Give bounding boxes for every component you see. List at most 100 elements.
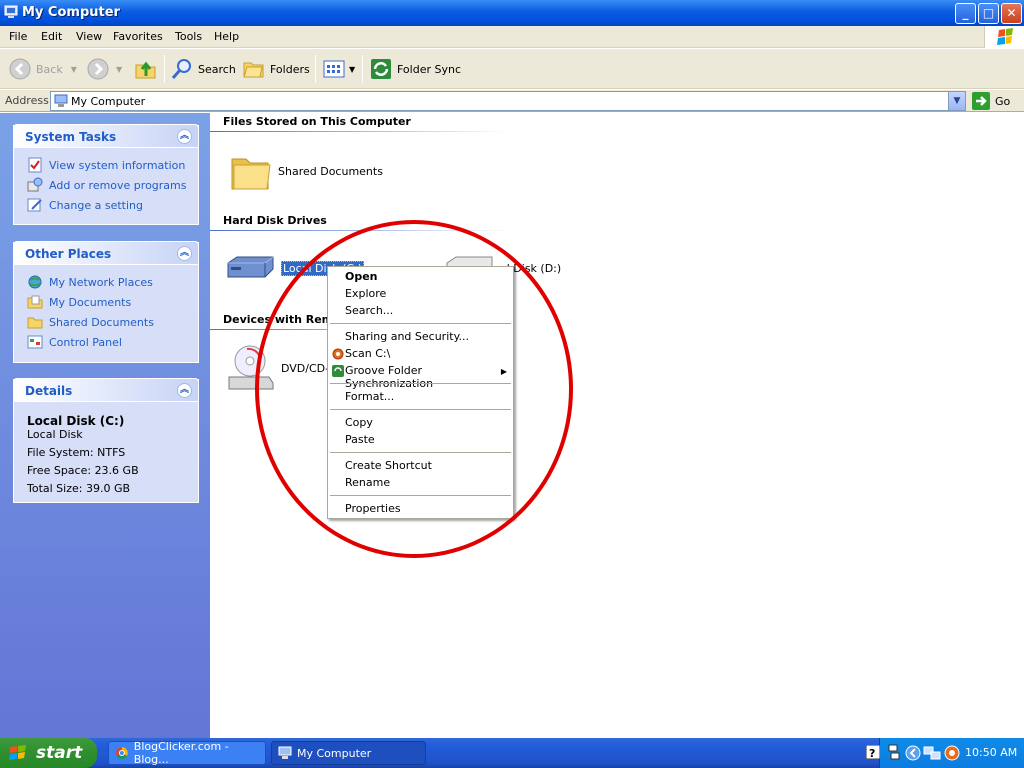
add-remove-programs-icon [27, 177, 43, 192]
system-tasks-panel: System Tasks ︽ View system information A… [13, 124, 199, 225]
connections-tray-icon[interactable] [923, 745, 941, 761]
menu-help[interactable]: Help [214, 30, 239, 43]
menu-groove-sync[interactable]: Groove Folder Synchronization [345, 364, 513, 390]
add-remove-programs-link[interactable]: Add or remove programs [27, 177, 187, 193]
other-places-header[interactable]: Other Places ︽ [13, 241, 199, 265]
menu-rename[interactable]: Rename [345, 476, 390, 489]
back-arrow-icon [9, 58, 31, 80]
control-panel-link[interactable]: Control Panel [27, 334, 122, 350]
network-places-icon [28, 275, 42, 289]
task-pane: System Tasks ︽ View system information A… [0, 113, 210, 738]
collapse-chevron-icon[interactable]: ︽ [177, 246, 192, 261]
shared-folder-icon [27, 317, 43, 329]
clock: 10:50 AM [965, 746, 1018, 759]
dvd-drive-item[interactable]: DVD/CD-R [225, 343, 337, 393]
menu-file[interactable]: File [9, 30, 27, 43]
address-value: My Computer [71, 95, 146, 108]
system-tasks-header[interactable]: System Tasks ︽ [13, 124, 199, 148]
menu-paste[interactable]: Paste [345, 433, 375, 446]
my-computer-window: My Computer _ □ ✕ File Edit View Favorit… [0, 0, 1024, 738]
folder-icon [231, 158, 271, 190]
control-panel-setting-icon [27, 198, 42, 212]
details-panel: Details ︽ Local Disk (C:) Local Disk Fil… [13, 378, 199, 503]
folders-button[interactable]: Folders [242, 55, 310, 83]
menu-properties[interactable]: Properties [345, 502, 401, 515]
network-tray-icon[interactable] [888, 744, 900, 760]
hard-drive-icon [227, 256, 274, 278]
go-button[interactable]: Go [972, 92, 1010, 110]
close-button[interactable]: ✕ [1001, 3, 1022, 24]
collapse-chevron-icon[interactable]: ︽ [177, 129, 192, 144]
views-icon [323, 60, 345, 78]
antivirus-scan-icon [332, 348, 344, 360]
files-stored-heading: Files Stored on This Computer [223, 115, 411, 128]
view-system-information-link[interactable]: View system information [27, 157, 185, 173]
collapse-chevron-icon[interactable]: ︽ [177, 383, 192, 398]
toolbar: Back ▼ ▼ Search Folders ▼ Folder Sync [0, 49, 1024, 89]
antivirus-tray-icon[interactable] [944, 745, 960, 761]
dvd-drive-icon [228, 345, 274, 390]
address-dropdown-button[interactable]: ▼ [948, 92, 965, 110]
up-folder-icon [135, 61, 156, 79]
folder-sync-icon [371, 59, 391, 79]
my-network-places-link[interactable]: My Network Places [27, 274, 153, 290]
removable-devices-heading: Devices with Remo [223, 313, 341, 326]
search-button[interactable]: Search [170, 55, 236, 83]
details-file-system: File System: NTFS [27, 446, 126, 459]
maximize-button[interactable]: □ [978, 3, 999, 24]
groove-sync-icon [332, 365, 344, 377]
back-button[interactable]: Back ▼ [8, 55, 77, 83]
start-button[interactable]: start [0, 738, 97, 768]
menu-bar: File Edit View Favorites Tools Help [0, 26, 1024, 48]
my-computer-icon [4, 5, 18, 18]
address-input[interactable]: My Computer ▼ [50, 91, 966, 111]
menu-scan-c[interactable]: Scan C:\ [345, 347, 390, 360]
menu-copy[interactable]: Copy [345, 416, 373, 429]
up-folder-button[interactable] [134, 55, 158, 83]
details-drive-type: Local Disk [27, 428, 83, 441]
menu-create-shortcut[interactable]: Create Shortcut [345, 459, 432, 472]
shared-documents-link[interactable]: Shared Documents [27, 314, 154, 330]
my-documents-link[interactable]: My Documents [27, 294, 131, 310]
my-computer-task-icon [278, 746, 292, 759]
show-hidden-icons-button[interactable] [905, 745, 921, 761]
control-panel-icon [27, 335, 43, 349]
menu-explore[interactable]: Explore [345, 287, 386, 300]
details-free-space: Free Space: 23.6 GB [27, 464, 139, 477]
task-blogclicker[interactable]: BlogClicker.com - Blog... [108, 740, 266, 766]
menu-search[interactable]: Search... [345, 304, 393, 317]
title-bar[interactable]: My Computer _ □ ✕ [0, 0, 1024, 26]
address-bar: Address My Computer ▼ Go [0, 90, 1024, 112]
my-computer-small-icon [54, 94, 68, 107]
menu-open[interactable]: Open [345, 270, 378, 283]
task-my-computer[interactable]: My Computer [271, 741, 426, 765]
system-tray: ? 10:50 AM [866, 738, 1024, 768]
submenu-arrow-icon: ▶ [500, 367, 507, 376]
my-documents-icon [27, 295, 43, 309]
minimize-button[interactable]: _ [955, 3, 976, 24]
back-dropdown-icon: ▼ [70, 64, 77, 74]
menu-format[interactable]: Format... [345, 390, 394, 403]
system-information-icon [28, 157, 42, 173]
folder-sync-button[interactable]: Folder Sync [369, 55, 461, 83]
search-icon [171, 59, 191, 79]
forward-button[interactable]: ▼ [86, 55, 122, 83]
folders-icon [243, 62, 264, 78]
menu-edit[interactable]: Edit [41, 30, 62, 43]
views-button[interactable]: ▼ [322, 55, 355, 83]
window-title: My Computer [22, 5, 120, 20]
forward-arrow-icon [87, 58, 109, 80]
go-arrow-icon [972, 92, 990, 110]
shared-documents-item[interactable]: Shared Documents [230, 151, 383, 191]
details-total-size: Total Size: 39.0 GB [27, 482, 131, 495]
details-header[interactable]: Details ︽ [13, 378, 199, 402]
views-dropdown-icon: ▼ [349, 64, 356, 74]
menu-sharing-security[interactable]: Sharing and Security... [345, 330, 469, 343]
chrome-icon [115, 747, 128, 759]
change-setting-link[interactable]: Change a setting [27, 197, 143, 213]
menu-tools[interactable]: Tools [175, 30, 202, 43]
forward-dropdown-icon: ▼ [116, 64, 123, 74]
help-icon[interactable]: ? [866, 745, 880, 759]
menu-view[interactable]: View [76, 30, 102, 43]
menu-favorites[interactable]: Favorites [113, 30, 163, 43]
